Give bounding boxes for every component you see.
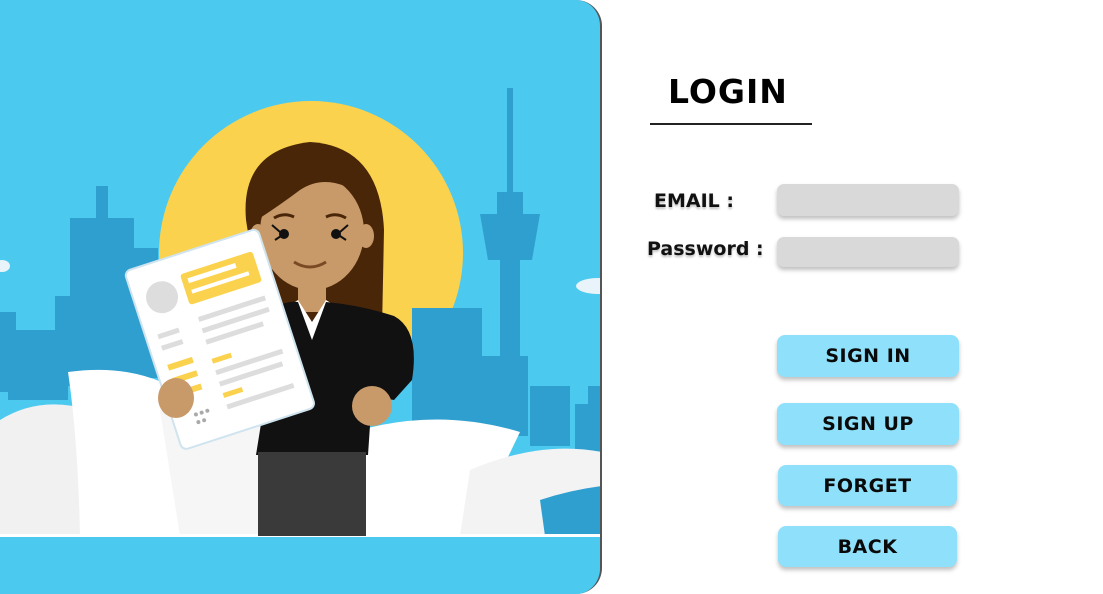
password-label: Password : (647, 238, 764, 260)
password-field[interactable] (777, 237, 959, 267)
illustration-panel (0, 0, 602, 594)
email-field[interactable] (777, 184, 959, 216)
job-seeker-illustration (0, 88, 600, 594)
sign-up-button[interactable]: SIGN UP (777, 403, 959, 445)
forget-button[interactable]: FORGET (778, 465, 957, 506)
back-button[interactable]: BACK (778, 526, 957, 567)
page-title: LOGIN (668, 72, 788, 111)
email-label: EMAIL : (654, 190, 734, 212)
sign-in-button[interactable]: SIGN IN (777, 335, 959, 377)
hand-holding-resume (158, 378, 194, 418)
title-underline (650, 123, 812, 125)
